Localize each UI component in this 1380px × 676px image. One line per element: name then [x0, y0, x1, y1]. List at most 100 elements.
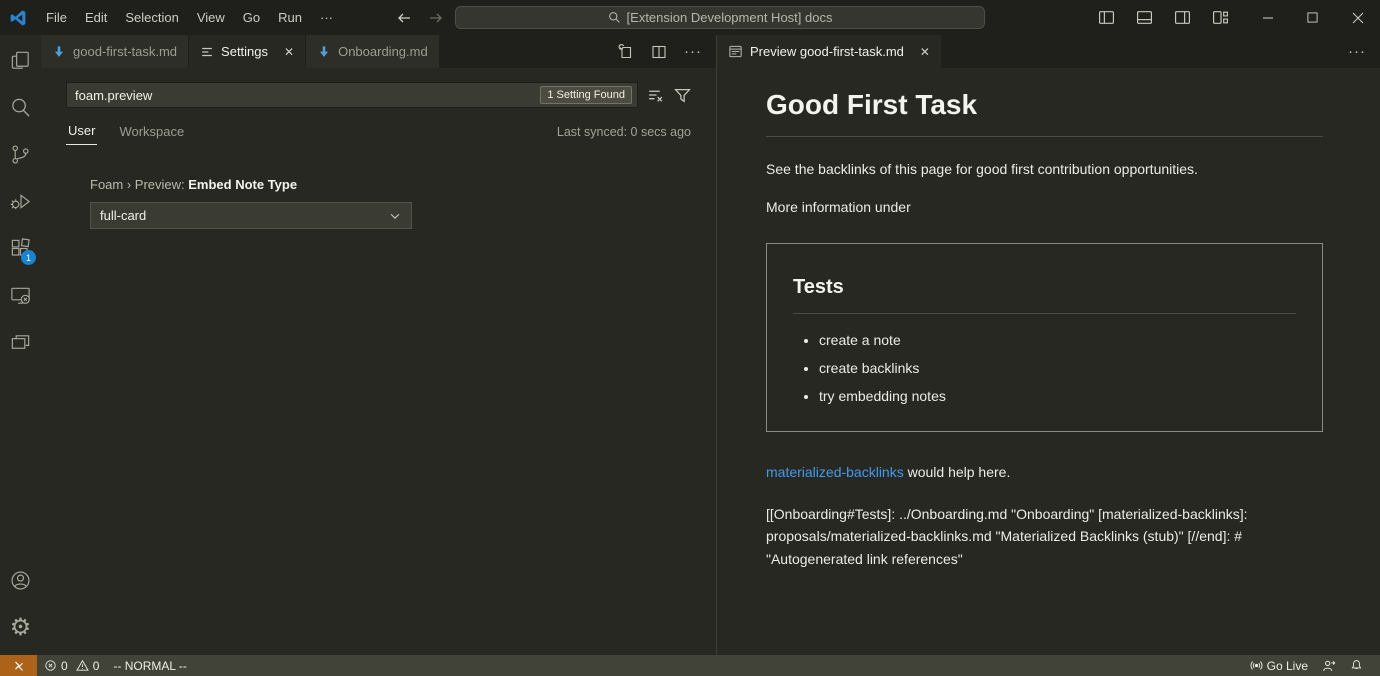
editor-group-preview: Preview good-first-task.md ✕ ··· Good Fi… [717, 35, 1380, 655]
vscode-logo-icon [9, 9, 27, 27]
menu-file[interactable]: File [37, 0, 76, 35]
clear-filter-icon[interactable] [647, 87, 664, 104]
activity-bar: 1 ⚙ [0, 35, 41, 655]
customize-layout-icon[interactable] [1212, 9, 1229, 26]
extensions-badge: 1 [21, 250, 36, 265]
more-actions-icon[interactable]: ··· [1348, 43, 1366, 60]
scope-tab-user[interactable]: User [66, 119, 97, 145]
setting-embed-note-type: Foam › Preview: Embed Note Type full-car… [90, 177, 691, 229]
menu-edit[interactable]: Edit [76, 0, 116, 35]
navigate-forward-icon[interactable] [428, 10, 444, 26]
toggle-primary-sidebar-icon[interactable] [1098, 9, 1115, 26]
filter-icon[interactable] [674, 87, 691, 104]
select-value: full-card [100, 208, 146, 223]
notifications-status[interactable] [1343, 655, 1370, 676]
list-item: try embedding notes [819, 386, 1296, 407]
preview-paragraph: More information under [766, 197, 1323, 218]
vim-mode-status[interactable]: -- NORMAL -- [106, 655, 194, 676]
embedded-note-card: Tests create a note create backlinks try… [766, 243, 1323, 432]
settings-found-badge: 1 Setting Found [540, 86, 632, 104]
search-icon [608, 11, 621, 24]
menu-overflow[interactable]: ··· [311, 0, 342, 35]
warning-count: 0 [93, 659, 100, 673]
materialized-backlinks-link[interactable]: materialized-backlinks [766, 464, 904, 480]
status-bar: 0 0 -- NORMAL -- Go Live [0, 655, 1380, 676]
minimize-button[interactable] [1245, 0, 1290, 35]
explorer-icon[interactable] [0, 37, 41, 84]
tab-good-first-task[interactable]: good-first-task.md [41, 35, 189, 68]
tab-label: Settings [221, 44, 268, 59]
close-tab-icon[interactable]: ✕ [920, 45, 930, 59]
tab-settings[interactable]: Settings ✕ [189, 35, 306, 68]
link-references-paragraph: [[Onboarding#Tests]: ../Onboarding.md "O… [766, 503, 1323, 570]
more-actions-icon[interactable]: ··· [684, 43, 702, 60]
editor-group-settings: good-first-task.md Settings ✕ Onboarding… [41, 35, 716, 655]
remote-explorer-icon[interactable] [0, 272, 41, 319]
preview-paragraph: materialized-backlinks would help here. [766, 462, 1323, 483]
close-tab-icon[interactable]: ✕ [284, 45, 294, 59]
source-control-icon[interactable] [0, 131, 41, 178]
chevron-down-icon [388, 209, 402, 223]
scope-tab-workspace[interactable]: Workspace [117, 120, 186, 145]
tab-bar-right: Preview good-first-task.md ✕ ··· [717, 35, 1380, 68]
feedback-status[interactable] [1315, 655, 1343, 676]
navigate-back-icon[interactable] [396, 10, 412, 26]
tab-onboarding[interactable]: Onboarding.md [306, 35, 440, 68]
person-icon [1322, 659, 1336, 673]
remote-icon [12, 659, 26, 673]
list-item: create a note [819, 330, 1296, 351]
close-window-button[interactable] [1335, 0, 1380, 35]
markdown-file-icon [317, 45, 331, 59]
menu-view[interactable]: View [188, 0, 234, 35]
maximize-button[interactable] [1290, 0, 1335, 35]
windows-view-icon[interactable] [0, 319, 41, 366]
list-item: create backlinks [819, 358, 1296, 379]
toggle-panel-icon[interactable] [1136, 9, 1153, 26]
markdown-preview-icon [728, 44, 743, 59]
menu-selection[interactable]: Selection [116, 0, 187, 35]
open-settings-json-icon[interactable] [618, 44, 634, 60]
error-count: 0 [61, 659, 68, 673]
tab-bar-left: good-first-task.md Settings ✕ Onboarding… [41, 35, 716, 68]
menu-run[interactable]: Run [269, 0, 311, 35]
settings-gear-icon[interactable]: ⚙ [0, 604, 41, 651]
bell-icon [1350, 659, 1363, 672]
embedded-note-title: Tests [793, 272, 1296, 314]
account-icon[interactable] [0, 557, 41, 604]
settings-search-value: foam.preview [75, 88, 532, 103]
settings-scope-tabs: User Workspace Last synced: 0 secs ago [66, 119, 691, 145]
title-bar: File Edit Selection View Go Run ··· [Ext… [0, 0, 1380, 35]
menu-bar: File Edit Selection View Go Run ··· [37, 0, 342, 35]
tab-preview-good-first-task[interactable]: Preview good-first-task.md ✕ [717, 35, 942, 68]
go-live-status[interactable]: Go Live [1243, 655, 1315, 676]
tab-label: good-first-task.md [73, 44, 177, 59]
settings-list-icon [200, 45, 214, 59]
link-suffix-text: would help here. [904, 464, 1011, 480]
warning-icon [76, 659, 89, 672]
toggle-secondary-sidebar-icon[interactable] [1174, 9, 1191, 26]
last-synced-label: Last synced: 0 secs ago [557, 125, 691, 145]
problems-status[interactable]: 0 0 [37, 655, 106, 676]
command-center[interactable]: [Extension Development Host] docs [455, 6, 985, 29]
preview-paragraph: See the backlinks of this page for good … [766, 159, 1323, 180]
preview-title: Good First Task [766, 84, 1323, 137]
tab-label: Preview good-first-task.md [750, 44, 904, 59]
setting-name-label: Embed Note Type [188, 177, 297, 192]
error-icon [44, 659, 57, 672]
remote-indicator[interactable] [0, 655, 37, 676]
run-and-debug-icon[interactable] [0, 178, 41, 225]
extensions-icon[interactable]: 1 [0, 225, 41, 272]
search-view-icon[interactable] [0, 84, 41, 131]
go-live-label: Go Live [1267, 659, 1308, 673]
embedded-note-list: create a note create backlinks try embed… [793, 330, 1296, 407]
settings-editor: foam.preview 1 Setting Found User Worksp… [41, 68, 716, 655]
embed-note-type-select[interactable]: full-card [90, 202, 412, 229]
split-editor-icon[interactable] [651, 44, 667, 60]
setting-category-label: Foam › Preview: [90, 177, 188, 192]
command-center-label: [Extension Development Host] docs [627, 10, 833, 25]
markdown-file-icon [52, 45, 66, 59]
settings-search-input[interactable]: foam.preview 1 Setting Found [66, 82, 638, 108]
menu-go[interactable]: Go [234, 0, 269, 35]
broadcast-icon [1250, 659, 1263, 672]
markdown-preview: Good First Task See the backlinks of thi… [717, 68, 1380, 655]
